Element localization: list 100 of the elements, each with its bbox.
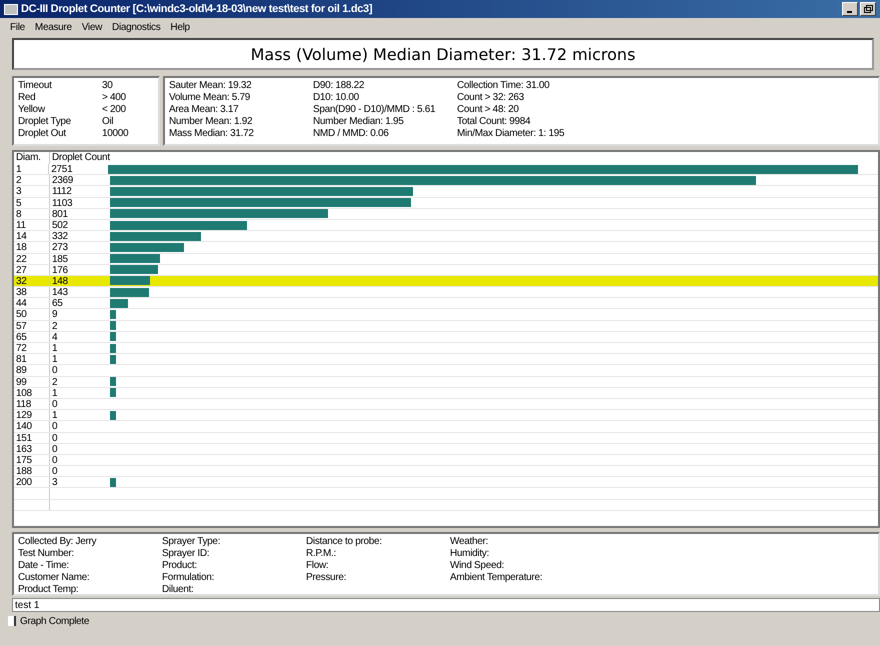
detail-label: Sprayer ID: <box>162 548 210 560</box>
count-bar <box>110 344 116 353</box>
histogram-row[interactable]: 89 0 <box>14 365 878 377</box>
diameter-cell: 8 <box>14 208 50 219</box>
count-cell-text: 502 <box>51 220 69 230</box>
count-cell-text: 2369 <box>51 175 74 186</box>
histogram-row[interactable]: 57 2 <box>14 320 878 332</box>
histogram-row[interactable]: 99 2 <box>14 376 878 388</box>
statistic-text: Mass Median: 31.72 <box>169 128 255 140</box>
count-cell-text: 185 <box>51 254 69 264</box>
histogram-row[interactable]: 151 0 <box>14 432 878 444</box>
histogram-row[interactable]: 1 2751 <box>14 164 878 176</box>
detail-label: Weather: <box>450 536 489 548</box>
diameter-cell: 38 <box>14 287 50 298</box>
count-cell-text: 4 <box>51 332 58 342</box>
detail-label: Flow: <box>306 560 330 572</box>
histogram-row[interactable]: 50 9 <box>14 309 878 321</box>
histogram-row[interactable]: 118 0 <box>14 398 878 410</box>
histogram-row[interactable]: 81 1 <box>14 354 878 366</box>
detail-label: Collected By: Jerry <box>18 536 98 548</box>
count-bar <box>110 321 116 330</box>
histogram-row[interactable]: 65 4 <box>14 332 878 343</box>
setting-value: < 200 <box>102 104 126 116</box>
diameter-cell: 188 <box>14 466 50 476</box>
menu-item[interactable]: Measure <box>34 22 72 32</box>
histogram-row[interactable]: 200 3 <box>14 477 878 488</box>
diameter-cell: 65 <box>14 332 50 342</box>
statistic-text: Count > 32: 263 <box>457 92 525 104</box>
statistic-text: Total Count: 9984 <box>457 116 532 128</box>
count-cell-text: 143 <box>51 287 69 298</box>
histogram-row[interactable]: 22 185 <box>14 254 878 265</box>
histogram-row[interactable]: 14 332 <box>14 231 878 242</box>
count-cell-text: 0 <box>51 466 58 476</box>
histogram-row[interactable]: 44 65 <box>14 298 878 310</box>
restore-button[interactable] <box>860 2 876 16</box>
detail-label: Date - Time: <box>18 560 70 572</box>
count-bar <box>110 478 116 487</box>
count-bar <box>110 354 116 364</box>
detail-label: Formulation: <box>162 572 215 584</box>
count-cell-text: 332 <box>51 231 69 242</box>
setting-label: Red <box>18 92 36 104</box>
diameter-cell: 140 <box>14 421 50 432</box>
menu-item[interactable]: Diagnostics <box>112 22 160 32</box>
count-cell-text: 0 <box>51 365 58 376</box>
status-panel <box>8 616 16 626</box>
count-cell-text: 1 <box>51 388 58 398</box>
histogram-row[interactable]: 188 0 <box>14 466 878 478</box>
histogram-row[interactable]: 129 1 <box>14 410 878 422</box>
histogram-row[interactable]: 8 801 <box>14 208 878 220</box>
detail-label: Wind Speed: <box>450 560 505 572</box>
count-cell-text: 0 <box>51 421 58 432</box>
histogram-row[interactable]: 108 1 <box>14 388 878 399</box>
histogram-row[interactable]: 175 0 <box>14 454 878 466</box>
detail-label: R.P.M.: <box>306 548 337 560</box>
detail-label: Product: <box>162 560 198 572</box>
histogram-row[interactable]: 3 1112 <box>14 186 878 198</box>
histogram-row[interactable]: 38 143 <box>14 287 878 298</box>
diameter-cell: 108 <box>14 388 50 398</box>
histogram-row[interactable]: 140 0 <box>14 421 878 432</box>
count-bar <box>110 254 160 264</box>
count-cell-text: 9 <box>51 309 58 320</box>
detail-label: Ambient Temperature: <box>450 572 544 584</box>
count-cell-text: 273 <box>51 242 69 252</box>
count-cell-text: 1 <box>51 410 58 420</box>
count-bar <box>110 288 149 297</box>
count-cell-text: 1 <box>51 343 58 354</box>
diameter-cell: 81 <box>14 354 50 364</box>
statistic-text: Volume Mean: 5.79 <box>169 92 252 104</box>
setting-label: Yellow <box>18 104 46 116</box>
diameter-cell: 44 <box>14 298 50 308</box>
column-header: Diam. <box>14 152 50 164</box>
diameter-cell: 3 <box>14 186 50 197</box>
statistic-text: D90: 188.22 <box>313 80 366 92</box>
diameter-cell: 57 <box>14 320 50 331</box>
histogram-row[interactable]: 18 273 <box>14 242 878 254</box>
count-cell-text: 2 <box>51 320 58 331</box>
statistic-text: Area Mean: 3.17 <box>169 104 240 116</box>
minimize-button[interactable] <box>842 2 858 16</box>
histogram-row[interactable]: 163 0 <box>14 444 878 455</box>
diameter-cell: 14 <box>14 231 50 242</box>
count-cell-text: 0 <box>51 444 58 454</box>
menu-item[interactable]: View <box>82 22 102 32</box>
histogram-row[interactable]: 72 1 <box>14 343 878 354</box>
menu-item[interactable]: File <box>10 22 25 32</box>
histogram-row[interactable]: 11 502 <box>14 220 878 232</box>
statistic-text: Number Median: 1.95 <box>313 116 404 128</box>
diameter-cell: 200 <box>14 477 50 488</box>
detail-label: Customer Name: <box>18 572 90 584</box>
detail-label: Distance to probe: <box>306 536 383 548</box>
histogram-row[interactable]: 2 2369 <box>14 175 878 186</box>
window-title: DC-III Droplet Counter [C:\windc3-old\4-18-03\new test\test for oil 1.dc3] <box>21 3 374 15</box>
comment-field[interactable]: test 1 <box>12 598 880 612</box>
histogram-row[interactable]: 5 1103 <box>14 198 878 209</box>
diameter-cell: 175 <box>14 454 50 466</box>
menu-item[interactable]: Help <box>170 22 190 32</box>
count-cell-text: 148 <box>51 276 69 286</box>
histogram-row[interactable]: 32 148 <box>14 276 878 288</box>
count-bar <box>110 276 150 286</box>
detail-label: Humidity: <box>450 548 490 560</box>
median-heading: Mass (Volume) Median Diameter: 31.72 microns <box>250 44 636 64</box>
